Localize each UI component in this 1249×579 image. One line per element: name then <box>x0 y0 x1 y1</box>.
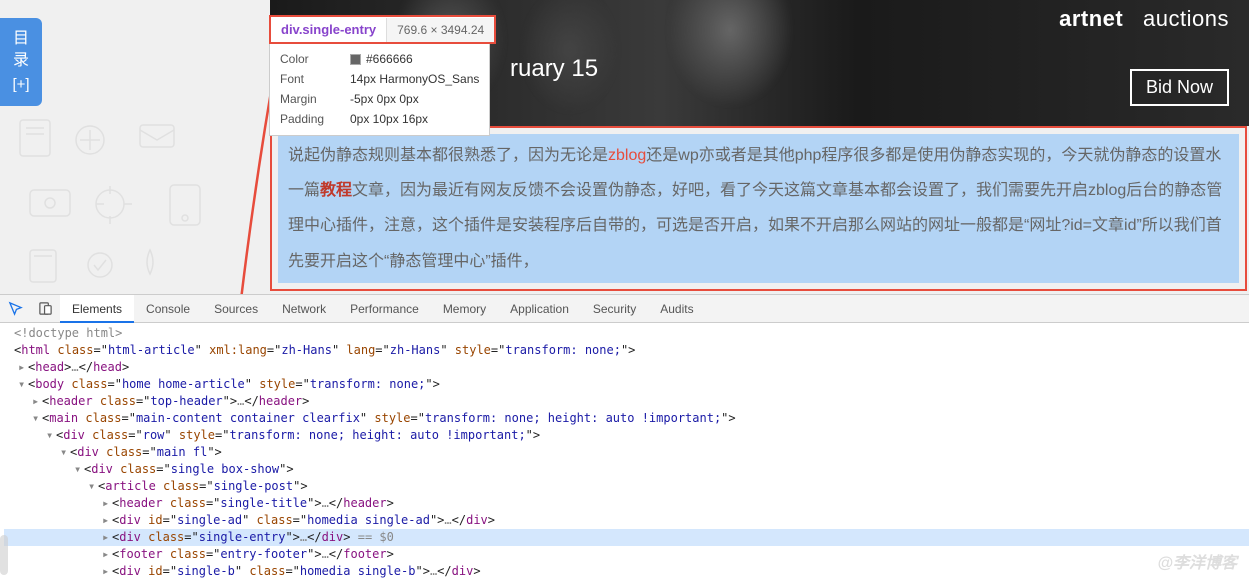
link-zblog[interactable]: zblog <box>608 147 646 164</box>
expand-twisty-icon[interactable]: ▸ <box>18 359 28 376</box>
expand-twisty-icon[interactable]: ▾ <box>32 410 42 427</box>
dom-tree-line[interactable]: ▸<div class="single-entry">…</div> == $0 <box>4 529 1249 546</box>
link-tutorial[interactable]: 教程 <box>320 182 352 199</box>
expand-icon: [+] <box>0 74 42 96</box>
devtools-tabbar: ElementsConsoleSourcesNetworkPerformance… <box>0 295 1249 323</box>
decorative-bg-icons <box>0 100 280 294</box>
inspect-icon[interactable] <box>0 295 30 323</box>
devtools-tab-audits[interactable]: Audits <box>648 295 705 323</box>
dom-tree-line[interactable]: ▸<header class="single-title">…</header> <box>4 495 1249 512</box>
devtools-tab-memory[interactable]: Memory <box>431 295 498 323</box>
bid-now-button[interactable]: Bid Now <box>1130 69 1229 106</box>
expand-twisty-icon[interactable]: ▸ <box>102 563 112 579</box>
page-viewport: 目 录 [+] artnet auctions ruary 15 Bid Now… <box>0 0 1249 294</box>
devtools-tab-application[interactable]: Application <box>498 295 581 323</box>
tooltip-key: Font <box>280 69 350 89</box>
expand-twisty-icon[interactable]: ▸ <box>102 495 112 512</box>
dom-tree-line[interactable]: ▸<div id="single-ad" class="homedia sing… <box>4 512 1249 529</box>
tooltip-value: 0px 10px 16px <box>350 109 428 129</box>
dom-tree-line[interactable]: ▾<div class="row" style="transform: none… <box>4 427 1249 444</box>
dom-tree-line[interactable]: <html class="html-article" xml:lang="zh-… <box>4 342 1249 359</box>
index-sidebar-tab[interactable]: 目 录 [+] <box>0 18 42 106</box>
dom-tree-line[interactable]: ▸<div id="single-b" class="homedia singl… <box>4 563 1249 579</box>
dom-tree-line[interactable]: <!doctype html> <box>4 325 1249 342</box>
dom-tree-line[interactable]: ▾<main class="main-content container cle… <box>4 410 1249 427</box>
expand-twisty-icon[interactable]: ▸ <box>102 546 112 563</box>
tooltip-key: Margin <box>280 89 350 109</box>
hero-date-text: ruary 15 <box>510 55 598 83</box>
tooltip-value: #666666 <box>350 49 413 69</box>
dom-tree-line[interactable]: ▸<footer class="entry-footer">…</footer> <box>4 546 1249 563</box>
tooltip-value: -5px 0px 0px <box>350 89 419 109</box>
tooltip-dimensions: 769.6 × 3494.24 <box>386 18 494 42</box>
device-toggle-icon[interactable] <box>30 295 60 323</box>
devtools-tab-console[interactable]: Console <box>134 295 202 323</box>
devtools-tab-security[interactable]: Security <box>581 295 648 323</box>
devtools-panel: ElementsConsoleSourcesNetworkPerformance… <box>0 294 1249 579</box>
dom-tree-line[interactable]: ▾<div class="main fl"> <box>4 444 1249 461</box>
tooltip-key: Padding <box>280 109 350 129</box>
tooltip-value: 14px HarmonyOS_Sans <box>350 69 479 89</box>
dom-tree-line[interactable]: ▸<header class="top-header">…</header> <box>4 393 1249 410</box>
highlighted-element-box: 说起伪静态规则基本都很熟悉了，因为无论是zblog还是wp亦或者是其他php程序… <box>270 126 1247 291</box>
hero-brand: artnet auctions <box>1059 6 1229 32</box>
dom-tree-line[interactable]: ▾<div class="single box-show"> <box>4 461 1249 478</box>
expand-twisty-icon[interactable]: ▾ <box>88 478 98 495</box>
expand-twisty-icon[interactable]: ▾ <box>46 427 56 444</box>
expand-twisty-icon[interactable]: ▸ <box>102 512 112 529</box>
tooltip-selector: div.single-entry <box>271 17 386 42</box>
expand-twisty-icon[interactable]: ▸ <box>32 393 42 410</box>
dom-tree-line[interactable]: ▾<article class="single-post"> <box>4 478 1249 495</box>
expand-twisty-icon[interactable]: ▾ <box>60 444 70 461</box>
devtools-tab-elements[interactable]: Elements <box>60 295 134 323</box>
expand-twisty-icon[interactable]: ▾ <box>18 376 28 393</box>
elements-tree[interactable]: <!doctype html><html class="html-article… <box>0 323 1249 579</box>
index-label: 录 <box>0 50 42 72</box>
dom-tree-line[interactable]: ▸<head>…</head> <box>4 359 1249 376</box>
dom-tree-line[interactable]: ▾<body class="home home-article" style="… <box>4 376 1249 393</box>
expand-twisty-icon[interactable]: ▸ <box>102 529 112 546</box>
devtools-tab-network[interactable]: Network <box>270 295 338 323</box>
article-content-preview: 说起伪静态规则基本都很熟悉了，因为无论是zblog还是wp亦或者是其他php程序… <box>278 134 1239 283</box>
index-label: 目 <box>0 28 42 50</box>
devtools-tab-performance[interactable]: Performance <box>338 295 431 323</box>
tooltip-key: Color <box>280 49 350 69</box>
scrollbar-vertical[interactable] <box>0 535 8 575</box>
devtools-tab-sources[interactable]: Sources <box>202 295 270 323</box>
element-tooltip-header: div.single-entry 769.6 × 3494.24 <box>269 15 496 44</box>
expand-twisty-icon[interactable]: ▾ <box>74 461 84 478</box>
element-tooltip-body: Color#666666Font14px HarmonyOS_SansMargi… <box>269 42 490 136</box>
